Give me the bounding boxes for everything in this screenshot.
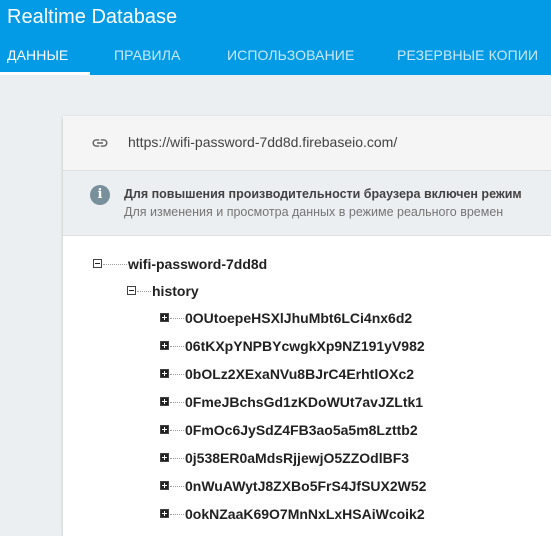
- tree-item-key[interactable]: 0OUtoepeHSXlJhuMbt6LCi4nx6d2: [185, 308, 412, 328]
- tree-connector: [137, 291, 151, 292]
- tree-root-label[interactable]: wifi-password-7dd8d: [128, 254, 267, 274]
- tree-connector: [103, 264, 127, 265]
- active-tab-indicator: [0, 72, 90, 75]
- info-icon: i: [90, 185, 110, 205]
- url-bar: https://wifi-password-7dd8d.firebaseio.c…: [63, 116, 551, 171]
- collapse-icon[interactable]: [93, 259, 102, 268]
- tree-item-key[interactable]: 06tKXpYNPBYcwgkXp9NZ191yV982: [185, 336, 425, 356]
- tree-connector: [170, 402, 184, 403]
- collapse-icon[interactable]: [127, 286, 136, 295]
- database-panel: https://wifi-password-7dd8d.firebaseio.c…: [63, 116, 551, 536]
- info-message-title: Для повышения производительности браузер…: [124, 187, 522, 201]
- tree-connector: [170, 514, 184, 515]
- top-app-bar: Realtime Database ДАННЫЕ ПРАВИЛА ИСПОЛЬЗ…: [0, 0, 551, 75]
- tree-node-label[interactable]: history: [152, 281, 199, 301]
- tab-rules[interactable]: ПРАВИЛА: [114, 38, 180, 75]
- tree-connector: [170, 430, 184, 431]
- expand-icon[interactable]: [160, 481, 169, 490]
- info-banner: i Для повышения производительности брауз…: [63, 171, 551, 236]
- expand-icon[interactable]: [160, 453, 169, 462]
- tab-bar: ДАННЫЕ ПРАВИЛА ИСПОЛЬЗОВАНИЕ РЕЗЕРВНЫЕ К…: [0, 38, 551, 75]
- expand-icon[interactable]: [160, 341, 169, 350]
- tree-connector: [170, 374, 184, 375]
- data-tree: wifi-password-7dd8d history 0OUtoepeHSXl…: [63, 236, 551, 536]
- expand-icon[interactable]: [160, 313, 169, 322]
- tree-item-key[interactable]: 0FmeJBchsGd1zKDoWUt7avJZLtk1: [185, 392, 423, 412]
- database-url[interactable]: https://wifi-password-7dd8d.firebaseio.c…: [128, 134, 397, 150]
- tree-connector: [170, 486, 184, 487]
- tree-item-key[interactable]: 0okNZaaK69O7MnNxLxHSAiWcoik2: [185, 504, 425, 524]
- tree-item-key[interactable]: 0j538ER0aMdsRjjewjO5ZZOdlBF3: [185, 448, 409, 468]
- link-icon[interactable]: [89, 134, 111, 152]
- tree-item-key[interactable]: 0FmOc6JySdZ4FB3ao5a5m8Lzttb2: [185, 420, 418, 440]
- info-message-detail: Для изменения и просмотра данных в режим…: [124, 205, 504, 219]
- expand-icon[interactable]: [160, 425, 169, 434]
- tree-item-key[interactable]: 0bOLz2XExaNVu8BJrC4ErhtlOXc2: [185, 364, 414, 384]
- tree-item-key[interactable]: 0nWuAWytJ8ZXBo5FrS4JfSUX2W52: [185, 476, 426, 496]
- expand-icon[interactable]: [160, 397, 169, 406]
- tree-connector: [170, 318, 184, 319]
- app-title: Realtime Database: [7, 6, 178, 28]
- tree-connector: [170, 346, 184, 347]
- tab-usage[interactable]: ИСПОЛЬЗОВАНИЕ: [227, 38, 354, 75]
- tree-connector: [170, 458, 184, 459]
- tab-data[interactable]: ДАННЫЕ: [7, 38, 68, 75]
- tab-backups[interactable]: РЕЗЕРВНЫЕ КОПИИ: [397, 38, 538, 75]
- expand-icon[interactable]: [160, 369, 169, 378]
- expand-icon[interactable]: [160, 509, 169, 518]
